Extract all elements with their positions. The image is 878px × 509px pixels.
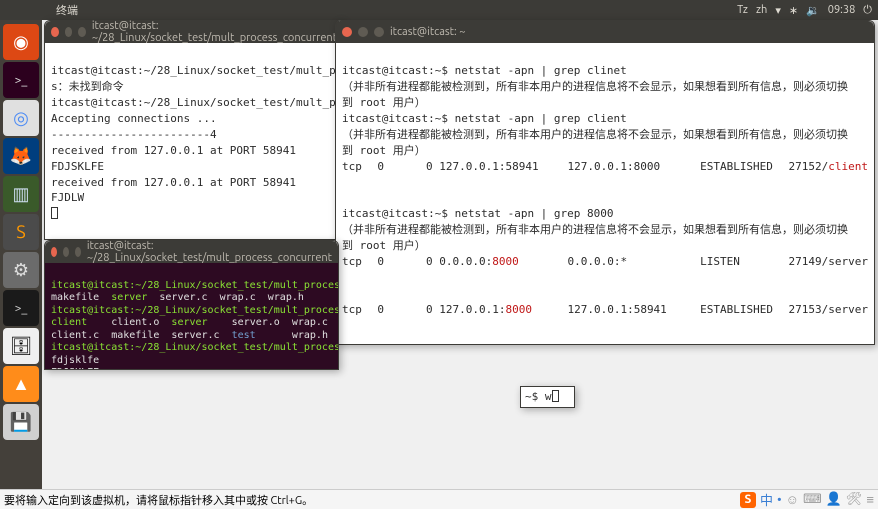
terminal-fragment[interactable]: ~$ w	[520, 386, 575, 408]
window-titlebar[interactable]: itcast@itcast: ~/28_Linux/socket_test/mu…	[45, 21, 343, 43]
window-title: itcast@itcast: ~	[390, 26, 465, 38]
terminal-body[interactable]: itcast@itcast:~/28_Linux/socket_test/mul…	[45, 43, 343, 239]
close-icon[interactable]	[51, 27, 59, 37]
vm-status-bar: 要将输入定向到该虚拟机，请将鼠标指针移入其中或按 Ctrl+G。 S 中 • ☺…	[0, 489, 878, 509]
term-line: ------------------------4	[51, 128, 217, 141]
close-icon[interactable]	[342, 27, 352, 37]
ime-punct-icon[interactable]: •	[777, 493, 782, 507]
ubuntu-icon[interactable]: ◉	[3, 24, 39, 60]
command: netstat -apn | grep 8000	[455, 207, 614, 220]
terminal-server[interactable]: itcast@itcast: ~/28_Linux/socket_test/mu…	[44, 20, 344, 240]
term-line: FJDLW	[51, 191, 84, 204]
tray-bluetooth-icon[interactable]: ∗	[789, 4, 798, 17]
books-icon[interactable]: ▥	[3, 176, 39, 212]
term-line: （并非所有进程都能被检测到，所有非本用户的进程信息将不会显示，如果想看到所有信息…	[342, 223, 848, 236]
window-titlebar[interactable]: itcast@itcast: ~/28_Linux/socket_test/mu…	[45, 241, 338, 263]
tray-text-icon[interactable]: Tz	[737, 4, 748, 16]
tray-ime-icon[interactable]: zh	[756, 4, 767, 16]
cursor-icon	[51, 207, 58, 219]
close-icon[interactable]	[51, 247, 57, 257]
files-icon[interactable]: 🗄	[3, 328, 39, 364]
ime-tray: S 中 • ☺ ⌨ 👤 🛠 ≡	[740, 490, 874, 509]
top-panel: 终端 Tz zh ▾ ∗ 🔉 09:38 ⏻	[0, 0, 878, 20]
terminal-body[interactable]: itcast@itcast:~/28_Linux/socket_test/mul…	[45, 263, 338, 369]
table-row: tcp00 127.0.0.1:58941127.0.0.1:8000ESTAB…	[342, 159, 868, 175]
term-line: client.c makefile server.c test wrap.h	[51, 330, 328, 341]
maximize-icon[interactable]	[78, 27, 86, 37]
tray-power-icon[interactable]: ⏻	[863, 4, 872, 17]
term-line: makefile server server.c wrap.c wrap.h	[51, 292, 304, 303]
prompt: itcast@itcast:~/28_Linux/socket_test/mul…	[51, 280, 338, 291]
prompt: itcast@itcast:~$	[342, 112, 448, 125]
ime-toolbox-icon[interactable]: 🛠	[846, 492, 863, 507]
term-line: itcast@itcast:~/28_Linux/socket_test/mul…	[51, 64, 343, 77]
table-row: tcp00 0.0.0.0:80000.0.0.0:*LISTEN27149/s…	[342, 254, 868, 270]
system-tray: Tz zh ▾ ∗ 🔉 09:38 ⏻	[737, 4, 872, 17]
window-title: itcast@itcast: ~/28_Linux/socket_test/mu…	[92, 20, 337, 44]
cursor-icon	[552, 390, 559, 402]
vm-hint: 要将输入定向到该虚拟机，请将鼠标指针移入其中或按 Ctrl+G。	[4, 492, 313, 508]
term-line: （并非所有进程都能被检测到，所有非本用户的进程信息将不会显示，如果想看到所有信息…	[342, 80, 848, 93]
term-line: FDJSKLFE	[51, 367, 99, 369]
window-title: itcast@itcast: ~/28_Linux/socket_test/mu…	[87, 240, 332, 264]
disk-icon[interactable]: 💾	[3, 404, 39, 440]
term-line: 到 root 用户）	[342, 144, 426, 157]
ime-settings-icon[interactable]: ≡	[866, 492, 874, 507]
sublime-icon[interactable]: S	[3, 214, 39, 250]
terminal-ls[interactable]: itcast@itcast: ~/28_Linux/socket_test/mu…	[44, 240, 339, 370]
prompt: itcast@itcast:~$	[342, 64, 448, 77]
chromium-icon[interactable]: ◎	[3, 100, 39, 136]
term-line: 到 root 用户）	[342, 96, 426, 109]
term-line: received from 127.0.0.1 at PORT 58941	[51, 144, 296, 157]
minimize-icon[interactable]	[63, 247, 69, 257]
minimize-icon[interactable]	[65, 27, 73, 37]
table-row: tcp00 127.0.0.1:8000127.0.0.1:58941ESTAB…	[342, 302, 868, 318]
term-line: fdjsklfe	[51, 355, 99, 366]
term-line: （并非所有进程都能被检测到，所有非本用户的进程信息将不会显示，如果想看到所有信息…	[342, 128, 848, 141]
gnome-terminal-icon[interactable]: >_	[3, 62, 39, 98]
term-line: s：未找到命令	[51, 80, 124, 93]
ime-keyboard-icon[interactable]: ⌨	[803, 492, 822, 507]
command: netstat -apn | grep client	[455, 112, 627, 125]
prompt: itcast@itcast:~/28_Linux/socket_test/mul…	[51, 305, 338, 316]
tray-sound-icon[interactable]: 🔉	[806, 4, 820, 17]
prompt: itcast@itcast:~$	[342, 207, 448, 220]
minimize-icon[interactable]	[358, 27, 368, 37]
window-titlebar[interactable]: itcast@itcast: ~	[336, 21, 874, 43]
ime-lang-icon[interactable]: 中	[760, 490, 773, 509]
term-line: Accepting connections ...	[51, 112, 217, 125]
settings-icon[interactable]: ⚙	[3, 252, 39, 288]
terminal-icon[interactable]: >_	[3, 290, 39, 326]
command: netstat -apn | grep clinet	[455, 64, 627, 77]
ime-emoji-icon[interactable]: ☺	[786, 492, 799, 507]
maximize-icon[interactable]	[75, 247, 81, 257]
unity-launcher: ◉ >_ ◎ 🦊 ▥ S ⚙ >_ 🗄 ▲ 💾	[0, 20, 42, 489]
vlc-icon[interactable]: ▲	[3, 366, 39, 402]
terminal-body[interactable]: ~$ w	[521, 387, 574, 407]
command: w	[545, 390, 552, 403]
clock[interactable]: 09:38	[828, 4, 856, 16]
firefox-icon[interactable]: 🦊	[3, 138, 39, 174]
terminal-body[interactable]: itcast@itcast:~$ netstat -apn | grep cli…	[336, 43, 874, 344]
term-line: received from 127.0.0.1 at PORT 58941	[51, 176, 296, 189]
prompt: itcast@itcast:~/28_Linux/socket_test/mul…	[51, 342, 338, 353]
maximize-icon[interactable]	[374, 27, 384, 37]
term-line: itcast@itcast:~/28_Linux/socket_test/mul…	[51, 96, 343, 109]
active-app-title: 终端	[56, 2, 78, 18]
terminal-netstat[interactable]: itcast@itcast: ~ itcast@itcast:~$ netsta…	[335, 20, 875, 345]
term-line: 到 root 用户）	[342, 239, 426, 252]
tray-network-icon[interactable]: ▾	[775, 4, 781, 17]
sogou-icon[interactable]: S	[740, 492, 756, 508]
prompt: ~$	[525, 390, 538, 403]
ime-user-icon[interactable]: 👤	[826, 492, 842, 507]
term-line: client client.o server server.o wrap.c w…	[51, 317, 338, 328]
term-line: FDJSKLFE	[51, 160, 104, 173]
